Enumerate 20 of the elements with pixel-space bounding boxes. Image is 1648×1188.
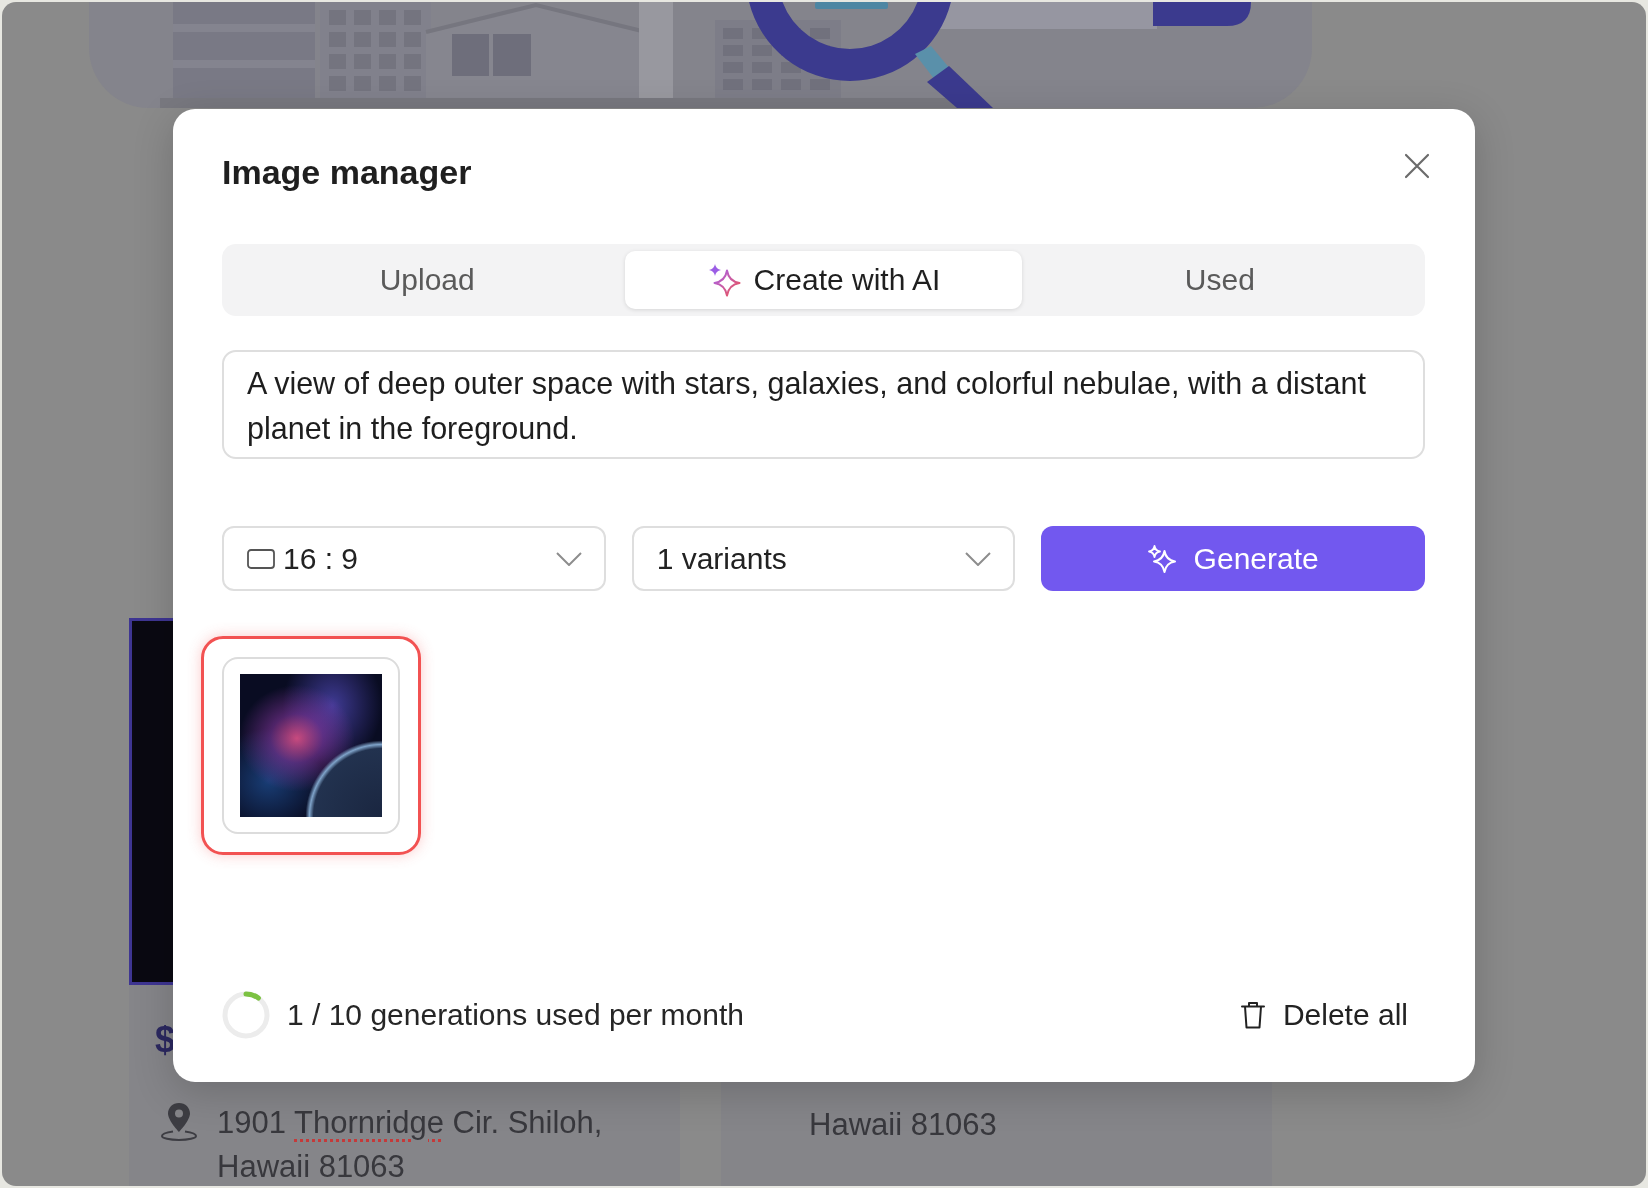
delete-all-button[interactable]: Delete all	[1240, 998, 1408, 1032]
dialog-title: Image manager	[222, 152, 472, 192]
aspect-ratio-icon	[247, 548, 275, 569]
thumbnail-item[interactable]	[201, 636, 421, 855]
sparkle-icon	[1147, 544, 1176, 573]
generate-button[interactable]: Generate	[1041, 526, 1425, 591]
dropdown[interactable]: 16 : 9	[222, 526, 606, 591]
address-text: 1901 Thornridge Cir. Shiloh, Hawaii 81063	[217, 1104, 603, 1186]
address-text: Hawaii 81063	[809, 1106, 997, 1144]
chevron-down-icon	[965, 551, 992, 566]
tab[interactable]: Create with AI	[625, 251, 1022, 309]
chevron-down-icon	[555, 551, 582, 566]
prompt-field[interactable]: A view of deep outer space with stars, galaxies, and colorful nebulae, with a distant planet in the foreground.	[222, 350, 1425, 459]
price-text: $	[155, 1018, 176, 1062]
close-icon[interactable]	[1404, 153, 1430, 179]
dropdown[interactable]: 1 variants	[631, 526, 1016, 591]
trash-icon	[1240, 1001, 1265, 1029]
usage-text: 1 / 10 generations used per month	[287, 998, 744, 1032]
tab[interactable]: Used	[1021, 251, 1418, 309]
tab[interactable]: Upload	[229, 251, 626, 309]
